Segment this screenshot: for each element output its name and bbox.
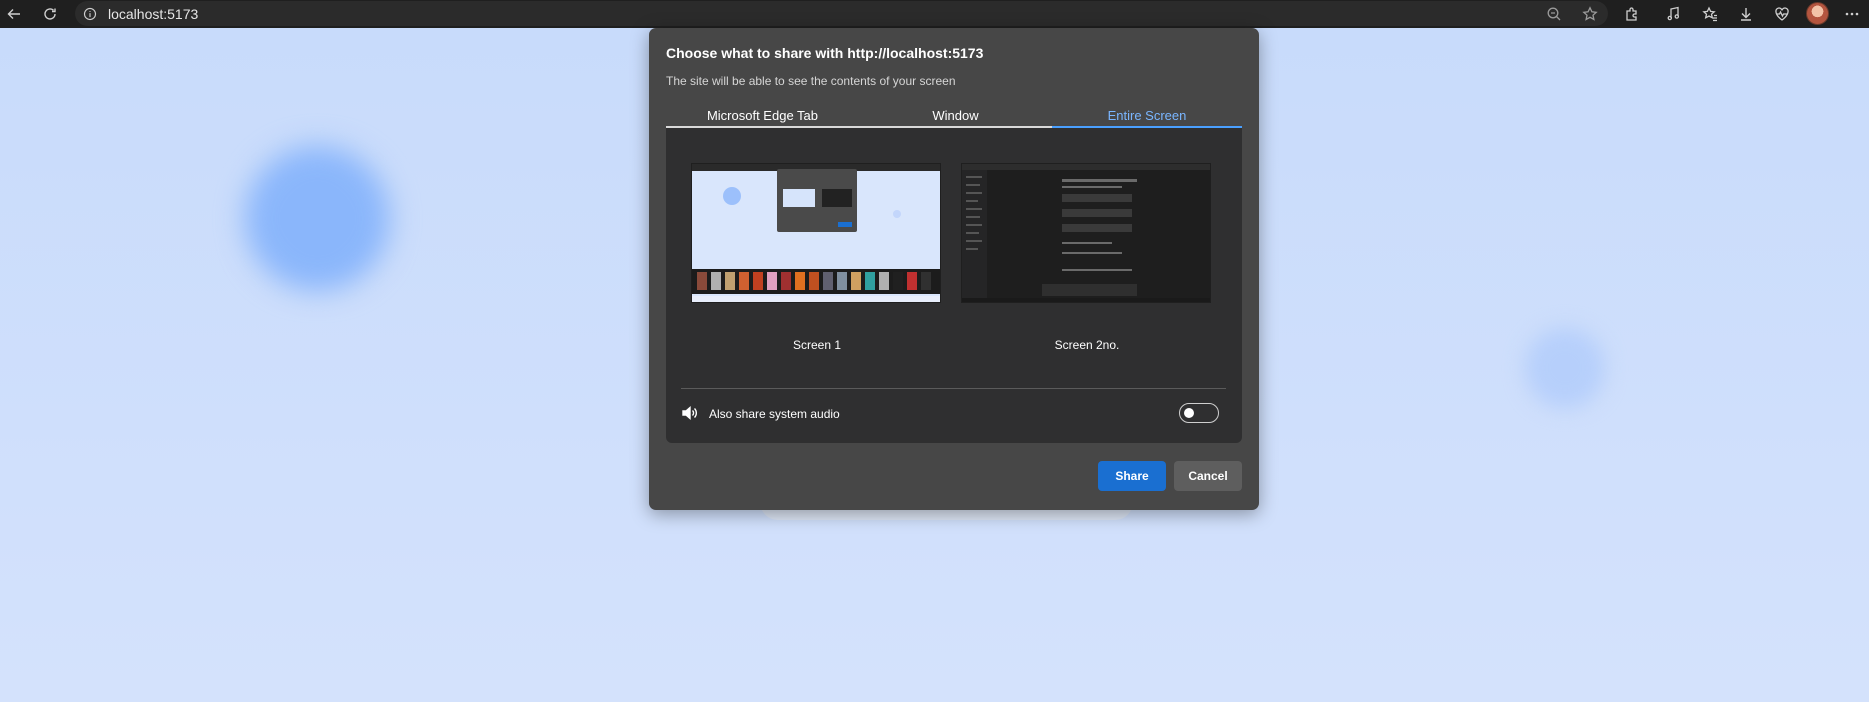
screen-2-thumbnail[interactable] bbox=[961, 163, 1211, 303]
downloads-icon[interactable] bbox=[1734, 2, 1758, 26]
media-control-icon[interactable] bbox=[1662, 2, 1686, 26]
screen-1-label: Screen 1 bbox=[792, 338, 842, 352]
refresh-icon[interactable] bbox=[38, 2, 62, 26]
site-info-icon[interactable] bbox=[82, 6, 97, 21]
browser-essentials-icon[interactable] bbox=[1770, 2, 1794, 26]
tab-entire-screen[interactable]: Entire Screen bbox=[1052, 102, 1242, 128]
screen-option-2[interactable]: Screen 2no. bbox=[961, 163, 1213, 352]
cancel-button[interactable]: Cancel bbox=[1174, 461, 1242, 491]
back-arrow-icon[interactable] bbox=[2, 2, 26, 26]
zoom-out-icon[interactable] bbox=[1545, 5, 1563, 23]
browser-toolbar: localhost:5173 bbox=[0, 0, 1869, 28]
url-text[interactable]: localhost:5173 bbox=[108, 6, 198, 22]
dialog-title: Choose what to share with http://localho… bbox=[666, 45, 984, 61]
tab-microsoft-edge-tab[interactable]: Microsoft Edge Tab bbox=[666, 102, 859, 128]
more-options-icon[interactable] bbox=[1840, 2, 1864, 26]
screen-picker-panel: Screen 1 Screen 2no. Also share system a… bbox=[666, 128, 1242, 443]
audio-divider bbox=[681, 388, 1226, 389]
profile-avatar[interactable] bbox=[1806, 2, 1829, 25]
favorites-icon[interactable] bbox=[1698, 2, 1722, 26]
decorative-blob bbox=[1525, 328, 1605, 408]
share-audio-label: Also share system audio bbox=[709, 407, 840, 421]
screen-2-label: Screen 2no. bbox=[1054, 338, 1120, 352]
screen-share-dialog: Choose what to share with http://localho… bbox=[649, 28, 1259, 510]
dialog-subtitle: The site will be able to see the content… bbox=[666, 74, 956, 88]
share-source-tabs: Microsoft Edge Tab Window Entire Screen bbox=[666, 102, 1242, 128]
tab-window[interactable]: Window bbox=[859, 102, 1052, 128]
screen-option-1[interactable]: Screen 1 bbox=[691, 163, 943, 352]
share-audio-toggle[interactable] bbox=[1179, 403, 1219, 423]
address-bar[interactable]: localhost:5173 bbox=[75, 1, 1608, 26]
toggle-knob bbox=[1184, 408, 1194, 418]
speaker-icon bbox=[681, 404, 699, 422]
share-button[interactable]: Share bbox=[1098, 461, 1166, 491]
screen-1-thumbnail[interactable] bbox=[691, 163, 941, 303]
favorite-star-icon[interactable] bbox=[1581, 5, 1599, 23]
decorative-blob bbox=[245, 146, 390, 291]
extensions-icon[interactable] bbox=[1620, 2, 1644, 26]
